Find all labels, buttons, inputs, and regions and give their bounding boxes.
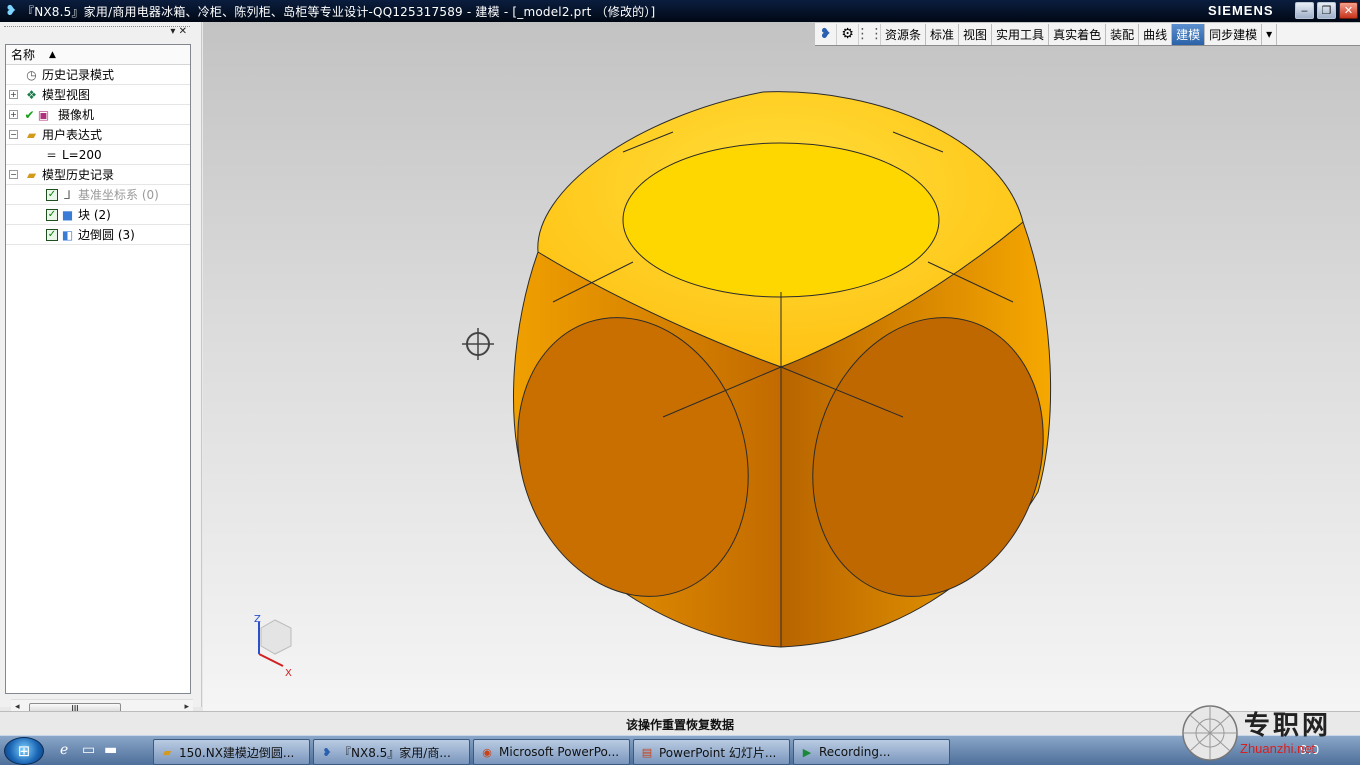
visibility-checkbox[interactable]: ✓ <box>46 188 58 201</box>
tree-row-edge-blend[interactable]: ✓ ◧ 边倒圆 (3) <box>6 225 190 245</box>
ribbon-toolbar: ❥ ⚙ ⋮⋮ 资源条 标准 视图 实用工具 真实着色 装配 曲线 建模 同步建模… <box>815 23 1360 46</box>
tree-row-history-mode[interactable]: ◷ 历史记录模式 <box>6 65 190 85</box>
nx-start-icon[interactable]: ❥ <box>815 23 837 45</box>
slideshow-icon: ▤ <box>641 745 653 759</box>
tree-row-label: 摄像机 <box>58 108 95 122</box>
tree-row-label: 块 (2) <box>78 208 111 222</box>
tree-row-label: 历史记录模式 <box>42 68 115 82</box>
tab-view[interactable]: 视图 <box>959 23 993 45</box>
column-header-name[interactable]: 名称 ▲ <box>6 45 190 65</box>
sort-ascending-icon: ▲ <box>49 49 56 60</box>
taskbar-item-label: PowerPoint 幻灯片... <box>659 745 777 760</box>
taskbar-item-label: Microsoft PowerPo... <box>499 745 620 759</box>
ie-icon[interactable]: ℯ <box>60 742 68 758</box>
visibility-checkbox[interactable]: ✓ <box>46 208 58 221</box>
nx-icon: ❥ <box>322 745 332 759</box>
watermark-globe-icon <box>1182 705 1238 761</box>
top-face-circle[interactable] <box>622 142 940 298</box>
folder-icon: ▰ <box>26 167 37 182</box>
edge-blend-icon: ◧ <box>61 227 74 242</box>
expand-icon[interactable]: + <box>9 90 18 99</box>
taskbar-item-nx[interactable]: ❥ 『NX8.5』家用/商... <box>313 739 470 765</box>
tab-synchronous-modeling[interactable]: 同步建模 <box>1205 23 1263 45</box>
window-title: 『NX8.5』家用/商用电器冰箱、冷柜、陈列柜、岛柜等专业设计-QQ125317… <box>22 4 656 19</box>
rounded-cube-model[interactable] <box>483 91 1079 648</box>
grid-icon[interactable]: ⋮⋮ <box>856 23 884 45</box>
model-views-icon: ❖ <box>26 87 37 102</box>
ribbon-overflow-icon[interactable]: ▾ <box>1262 23 1278 45</box>
checkmark-icon: ✔ <box>24 107 35 122</box>
tab-utilities[interactable]: 实用工具 <box>992 23 1050 45</box>
tree-row-label: 模型视图 <box>42 88 91 102</box>
windows-taskbar: ⊞ ℯ ▭ ▬ ▰ 150.NX建模边倒圆... ❥ 『NX8.5』家用/商..… <box>0 735 1360 765</box>
tree-row-label: 边倒圆 (3) <box>78 228 135 242</box>
collapse-icon[interactable]: − <box>9 170 18 179</box>
title-bar: ❥ 『NX8.5』家用/商用电器冰箱、冷柜、陈列柜、岛柜等专业设计-QQ1253… <box>0 0 1360 22</box>
site-watermark: 专职网 Zhuanzhi.net <box>1180 701 1360 765</box>
model-canvas[interactable]: Z X <box>203 22 1360 711</box>
taskbar-item-recording[interactable]: ▶ Recording... <box>793 739 950 765</box>
tree-row-label: 用户表达式 <box>42 128 103 142</box>
tree-row-label: L=200 <box>62 147 102 162</box>
visibility-checkbox[interactable]: ✓ <box>46 228 58 241</box>
clock-icon: ◷ <box>26 67 37 82</box>
datum-csys-icon: ⅃ <box>64 187 71 202</box>
tab-assemblies[interactable]: 装配 <box>1106 23 1140 45</box>
triad-x-label: X <box>285 668 292 679</box>
minimize-button[interactable]: ‒ <box>1295 2 1314 19</box>
panel-menu-close-icons[interactable]: ▾ ✕ <box>170 26 187 37</box>
tree-row-block[interactable]: ✓ ■ 块 (2) <box>6 205 190 225</box>
equals-icon: = <box>46 147 57 162</box>
folder-icon: ▰ <box>26 127 37 142</box>
tree-row-camera[interactable]: + ✔ ▣ 摄像机 <box>6 105 190 125</box>
graphics-viewport[interactable]: Z X <box>203 22 1360 711</box>
watermark-url: Zhuanzhi.net <box>1240 741 1316 756</box>
block-icon: ■ <box>61 207 74 222</box>
switch-windows-icon[interactable]: ▭ <box>82 742 95 758</box>
restore-button[interactable]: ❐ <box>1317 2 1336 19</box>
siemens-brand: SIEMENS <box>1208 3 1274 18</box>
triad-z-label: Z <box>254 614 261 625</box>
tab-true-shading[interactable]: 真实着色 <box>1049 23 1107 45</box>
tree-row-model-views[interactable]: + ❖ 模型视图 <box>6 85 190 105</box>
taskbar-item-label: Recording... <box>819 745 891 759</box>
taskbar-item-powerpoint[interactable]: ◉ Microsoft PowerPo... <box>473 739 630 765</box>
powerpoint-icon: ◉ <box>482 745 492 759</box>
watermark-text: 专职网 <box>1244 711 1332 741</box>
folder-icon: ▰ <box>162 745 172 759</box>
recording-icon: ▶ <box>802 745 812 759</box>
tree-row-model-history[interactable]: − ▰ 模型历史记录 <box>6 165 190 185</box>
taskbar-item-folder[interactable]: ▰ 150.NX建模边倒圆... <box>153 739 310 765</box>
nx-logo-icon[interactable]: ❥ <box>0 0 22 22</box>
crosshair-cursor-icon <box>462 328 494 360</box>
tab-curve[interactable]: 曲线 <box>1139 23 1173 45</box>
view-triad-icon: Z X <box>254 614 292 679</box>
panel-grip[interactable] <box>4 26 190 40</box>
tree-row-expression[interactable]: = L=200 <box>6 145 190 165</box>
tree-row-label: 基准坐标系 (0) <box>78 188 159 202</box>
status-bar: 该操作重置恢复数据 <box>0 711 1360 735</box>
status-message: 该操作重置恢复数据 <box>626 718 735 732</box>
tree-row-datum-csys[interactable]: ✓ ⅃ 基准坐标系 (0) <box>6 185 190 205</box>
show-desktop-icon[interactable]: ▬ <box>104 742 117 758</box>
close-button[interactable]: ✕ <box>1339 2 1358 19</box>
camera-icon: ▣ <box>37 107 50 122</box>
column-header-label: 名称 <box>11 48 36 62</box>
tree-row-user-expressions[interactable]: − ▰ 用户表达式 <box>6 125 190 145</box>
collapse-icon[interactable]: − <box>9 130 18 139</box>
expand-icon[interactable]: + <box>9 110 18 119</box>
taskbar-item-slideshow[interactable]: ▤ PowerPoint 幻灯片... <box>633 739 790 765</box>
tree-row-label: 模型历史记录 <box>42 168 115 182</box>
tab-resource-bar[interactable]: 资源条 <box>881 23 927 45</box>
part-navigator-panel: ▾ ✕ 名称 ▲ ◷ 历史记录模式 + ❖ 模型视图 + ✔ ▣ 摄像机 − ▰… <box>0 22 202 715</box>
part-navigator-tree: 名称 ▲ ◷ 历史记录模式 + ❖ 模型视图 + ✔ ▣ 摄像机 − ▰ 用户表… <box>5 44 193 715</box>
tab-standard[interactable]: 标准 <box>926 23 960 45</box>
start-button[interactable]: ⊞ <box>4 737 44 765</box>
tab-modeling[interactable]: 建模 <box>1172 23 1206 45</box>
taskbar-item-label: 『NX8.5』家用/商... <box>339 745 451 760</box>
taskbar-item-label: 150.NX建模边倒圆... <box>179 745 295 760</box>
